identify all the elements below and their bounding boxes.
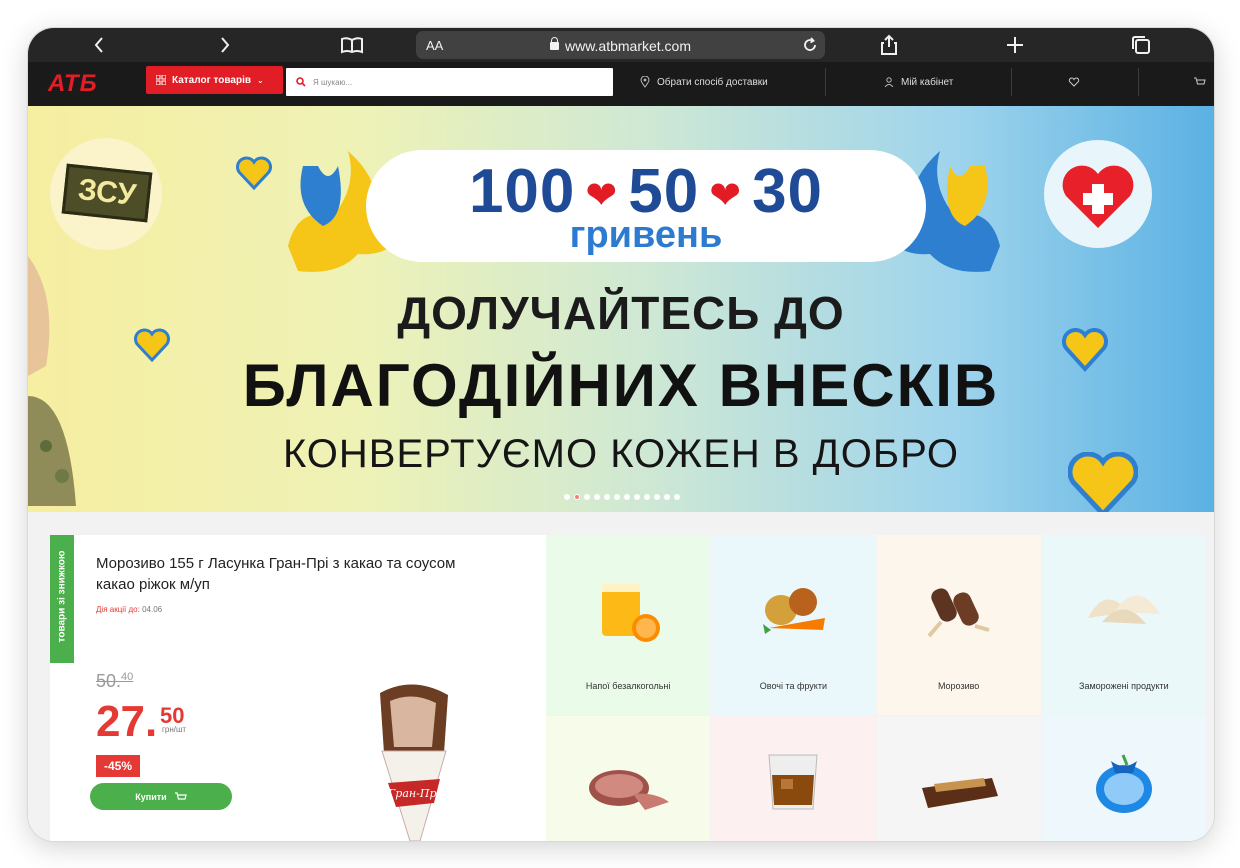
atb-logo[interactable]: АТБ [48, 69, 118, 99]
ice-cream-icon [927, 588, 990, 638]
ribbon-text: товари зі знижкою [56, 550, 68, 643]
carousel-dot[interactable] [564, 494, 570, 500]
chevron-down-icon: ⌄ [257, 75, 264, 85]
carousel-dot[interactable] [594, 494, 600, 500]
category-tile[interactable] [1041, 716, 1206, 841]
category-tile[interactable]: Овочі та фрукти [711, 535, 876, 715]
tablet-screen: AA www.atbmarket.com АТБ Каталог товарів… [28, 28, 1214, 841]
medical-heart-icon [1062, 165, 1134, 228]
account-label: Мій кабінет [901, 76, 954, 88]
cart-icon[interactable] [1194, 68, 1206, 96]
old-price: 50.40 [96, 671, 133, 692]
banner-line-2: БЛАГОДІЙНИХ ВНЕСКІВ [242, 352, 1000, 419]
carousel-dot[interactable] [664, 494, 670, 500]
new-price-main: 27. [96, 697, 158, 746]
carousel-dots[interactable] [564, 494, 680, 500]
address-bar[interactable]: AA www.atbmarket.com [416, 31, 825, 59]
blue-package-icon [1095, 754, 1152, 813]
category-label: Морозиво [937, 681, 980, 691]
product-wrapper-text: Гран-Прі [387, 787, 440, 800]
discount-product-card[interactable]: товари зі знижкою Морозиво 155 г Ласунка… [50, 535, 546, 841]
search-placeholder: Я шукаю... [313, 77, 353, 87]
lock-icon [549, 37, 559, 50]
medic-heart-badge [1044, 140, 1152, 248]
browser-toolbar: AA www.atbmarket.com [28, 28, 1214, 62]
carousel-dot[interactable] [574, 494, 580, 500]
buy-button[interactable]: Купити [90, 783, 232, 810]
heart-decoration-icon [236, 156, 272, 190]
search-input[interactable]: Я шукаю... [286, 68, 613, 96]
zsu-badge-text: ЗСУ [61, 163, 153, 223]
category-label: Заморожені продукти [1079, 681, 1169, 691]
banner-line-1: ДОЛУЧАЙТЕСЬ ДО [397, 287, 845, 339]
buy-label: Купити [135, 791, 167, 802]
category-tile[interactable]: Заморожені продукти [1041, 535, 1206, 715]
category-label: Овочі та фрукти [759, 681, 827, 691]
share-icon[interactable] [874, 28, 904, 62]
category-grid: Напої безалкогольні Овочі та фрукти Моро… [546, 535, 1206, 841]
chocolate-bar-icon [921, 778, 998, 808]
carousel-dot[interactable] [604, 494, 610, 500]
currency-text: гривень [569, 214, 723, 256]
zsu-badge: ЗСУ [50, 138, 162, 250]
location-pin-icon [640, 76, 650, 88]
old-price-cents: 40 [121, 671, 134, 683]
grid-icon [156, 75, 166, 85]
bookmarks-icon[interactable] [336, 28, 368, 62]
category-tile[interactable]: Напої безалкогольні [546, 535, 711, 715]
content-area: товари зі знижкою Морозиво 155 г Ласунка… [28, 512, 1214, 841]
delivery-label: Обрати спосіб доставки [657, 76, 768, 88]
date-label: Дія акції до: [96, 605, 140, 614]
vegetables-icon [763, 588, 826, 634]
juice-icon [602, 584, 661, 642]
back-icon[interactable] [84, 28, 114, 62]
favorites-heart-icon[interactable] [1068, 68, 1080, 96]
heart-icon: ❤ [709, 175, 743, 218]
hero-banner[interactable]: ЗСУ 100❤50❤30 гривень ДОЛУЧАЙТЕСЬ ДО [28, 106, 1214, 512]
category-tile[interactable] [876, 716, 1041, 841]
new-tab-icon[interactable] [1000, 28, 1030, 62]
carousel-dot[interactable] [614, 494, 620, 500]
url-text: www.atbmarket.com [564, 38, 692, 54]
site-header: АТБ Каталог товарів ⌄ Я шукаю... Обрати … [28, 62, 1214, 106]
carousel-dot[interactable] [644, 494, 650, 500]
category-label: Напої безалкогольні [585, 681, 671, 691]
carousel-dot[interactable] [624, 494, 630, 500]
carousel-dot[interactable] [654, 494, 660, 500]
category-tile[interactable] [711, 716, 876, 841]
date-value: 04.06 [142, 605, 163, 614]
forward-icon[interactable] [210, 28, 240, 62]
product-title[interactable]: Морозиво 155 г Ласунка Гран-Прі з какао … [96, 553, 496, 595]
search-icon [296, 77, 306, 87]
category-tile[interactable]: Морозиво [876, 535, 1041, 715]
promo-date: Дія акції до: 04.06 [96, 605, 162, 614]
cart-icon [174, 791, 187, 800]
amounts-pill: 100 ❤ 50 ❤ 30 гривень [366, 150, 926, 262]
carousel-dot[interactable] [674, 494, 680, 500]
carousel-dot[interactable] [634, 494, 640, 500]
discount-ribbon: товари зі знижкою [50, 535, 74, 663]
category-tile[interactable] [546, 716, 711, 841]
discount-badge: -45% [96, 755, 140, 777]
catalog-label: Каталог товарів [172, 74, 252, 86]
banner-line-3: КОНВЕРТУЄМО КОЖЕН В ДОБРО [282, 432, 960, 476]
old-price-main: 50. [96, 671, 122, 691]
dumplings-icon [1087, 595, 1160, 624]
ice-cream-cone-image[interactable]: Гран-Прі [368, 683, 458, 841]
user-icon [884, 77, 894, 87]
catalog-button[interactable]: Каталог товарів ⌄ [146, 66, 283, 94]
delivery-selector[interactable]: Обрати спосіб доставки [640, 68, 768, 96]
whisky-glass-icon [768, 754, 818, 810]
account-link[interactable]: Мій кабінет [884, 68, 953, 96]
reload-icon[interactable] [801, 36, 819, 59]
carousel-dot[interactable] [584, 494, 590, 500]
ham-icon [589, 770, 670, 810]
price-unit: грн/шт [162, 725, 187, 734]
tabs-overview-icon[interactable] [1126, 28, 1156, 62]
heart-icon: ❤ [585, 175, 619, 218]
